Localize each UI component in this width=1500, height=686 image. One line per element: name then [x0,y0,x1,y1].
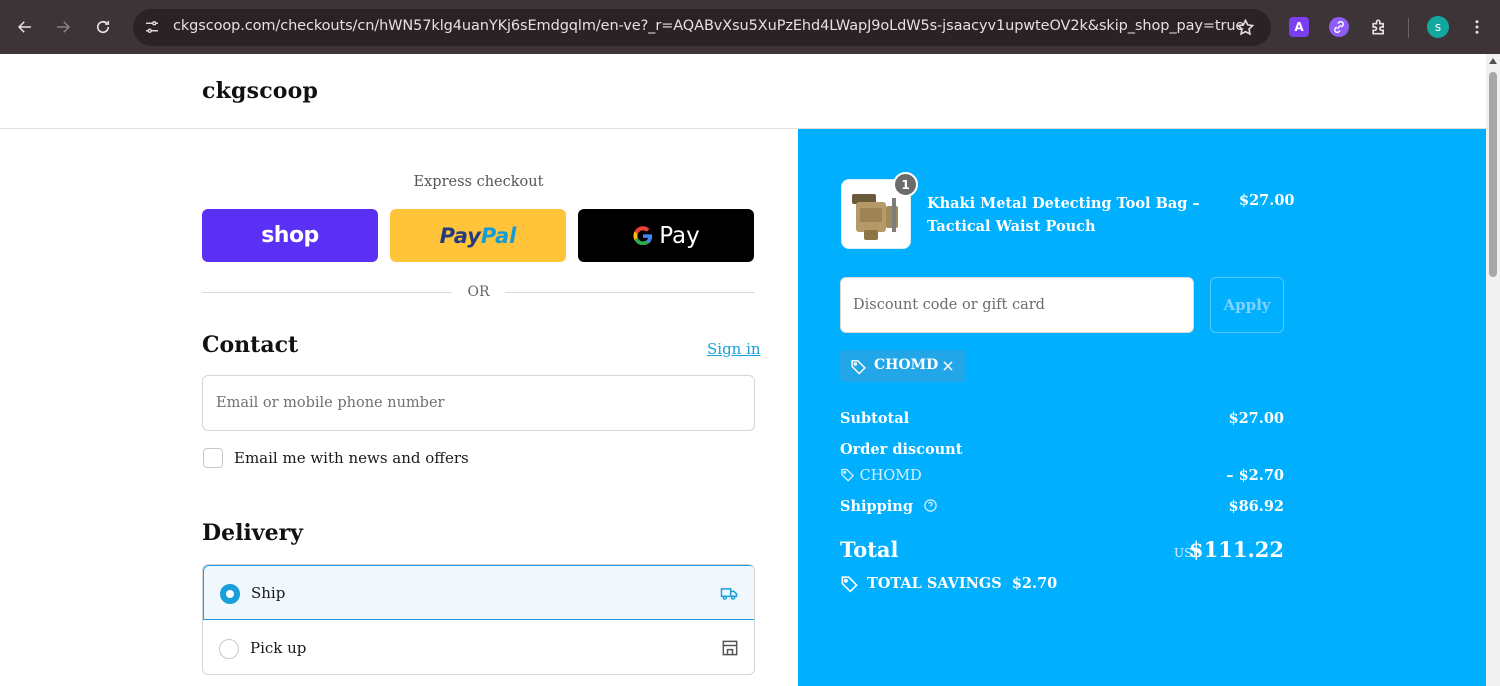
apply-discount-button[interactable]: Apply [1210,277,1284,333]
store-icon [722,640,738,656]
email-placeholder: Email or mobile phone number [216,395,445,411]
shipping-line: Shipping [840,498,938,515]
sign-in-link[interactable]: Sign in [707,340,761,358]
contact-heading: Contact [202,332,299,358]
delivery-option-ship[interactable]: Ship [203,565,754,620]
savings-label: TOTAL SAVINGS [867,575,1002,592]
url-text[interactable]: ckgscoop.com/checkouts/cn/hWN57klg4uanYK… [173,18,1244,34]
applied-discount-tag: CHOMD [840,350,966,382]
order-discount-label: Order discount [840,441,963,458]
scrollbar-thumb[interactable] [1489,72,1497,277]
shop-pay-label: shop [261,223,319,248]
google-g-icon [633,225,653,245]
discount-code-line: CHOMD [840,467,922,484]
forward-icon[interactable] [47,11,79,43]
help-icon[interactable] [923,498,938,513]
delivery-option-pickup[interactable]: Pick up [203,621,754,674]
pickup-label[interactable]: Pick up [250,639,306,657]
toolbar-divider [1408,18,1409,38]
pickup-radio[interactable] [219,639,239,659]
back-icon[interactable] [9,11,41,43]
store-logo[interactable]: ckgscoop [202,78,318,104]
subtotal-label: Subtotal [840,410,910,427]
browser-toolbar: ckgscoop.com/checkouts/cn/hWN57klg4uanYK… [0,0,1500,54]
page-scrollbar[interactable] [1486,54,1500,686]
discount-code-name: CHOMD [859,468,922,484]
profile-avatar[interactable]: s [1427,16,1449,38]
menu-kebab-icon[interactable] [1467,17,1487,37]
ship-radio[interactable] [220,584,240,604]
savings-value: $2.70 [1011,575,1058,592]
shipping-value: $86.92 [1228,498,1285,515]
discount-placeholder: Discount code or gift card [853,297,1045,313]
extension-a-icon[interactable]: A [1289,17,1309,37]
total-savings: TOTAL SAVINGS $2.70 [840,574,1057,593]
address-bar[interactable]: ckgscoop.com/checkouts/cn/hWN57klg4uanYK… [133,9,1271,46]
or-divider: OR [202,282,755,302]
bookmark-star-icon[interactable] [1236,18,1255,37]
tag-icon [851,360,866,375]
checkout-main: Express checkout shop Pay Pal Pay OR Cont… [0,129,798,686]
applied-code: CHOMD [874,357,939,373]
shop-pay-button[interactable]: shop [202,209,378,262]
truck-icon [720,588,738,600]
delivery-method-group: Ship Pick up [202,564,755,675]
total-label: Total [840,537,899,562]
ship-label[interactable]: Ship [251,584,285,602]
newsletter-checkbox[interactable] [203,448,223,468]
order-summary: 1 Khaki Metal Detecting Tool Bag – Tacti… [798,129,1486,686]
discount-value: – $2.70 [1226,467,1284,484]
extensions-puzzle-icon[interactable] [1369,17,1389,37]
site-settings-icon[interactable] [143,18,161,36]
discount-code-input[interactable]: Discount code or gift card [840,277,1194,333]
shipping-label: Shipping [840,498,913,515]
item-name: Khaki Metal Detecting Tool Bag – Tactica… [927,195,1200,235]
total-value: $111.22 [1189,537,1284,562]
paypal-button[interactable]: Pay Pal [390,209,566,262]
extension-link-icon[interactable] [1329,17,1349,37]
tag-icon [841,468,855,482]
google-pay-label: Pay [659,222,700,249]
email-field[interactable]: Email or mobile phone number [202,375,755,431]
express-checkout-label: Express checkout [413,174,544,190]
item-quantity: 1 [901,177,910,192]
item-price: $27.00 [1239,192,1295,209]
remove-discount-icon[interactable] [941,359,955,373]
newsletter-label[interactable]: Email me with news and offers [234,449,469,467]
subtotal-value: $27.00 [1228,410,1285,427]
delivery-heading: Delivery [202,520,303,546]
newsletter-row[interactable]: Email me with news and offers [203,447,469,469]
profile-initial: s [1434,20,1442,34]
scroll-up-arrow[interactable] [1489,58,1497,64]
paypal-label-pay: Pay [439,223,481,248]
extension-a-label: A [1294,20,1304,34]
paypal-label-pal: Pal [480,223,517,248]
store-header: ckgscoop [0,54,1486,129]
reload-icon[interactable] [87,11,119,43]
google-pay-button[interactable]: Pay [578,209,754,262]
item-quantity-badge: 1 [893,172,918,197]
or-label: OR [467,284,490,300]
savings-tag-icon [841,576,858,593]
